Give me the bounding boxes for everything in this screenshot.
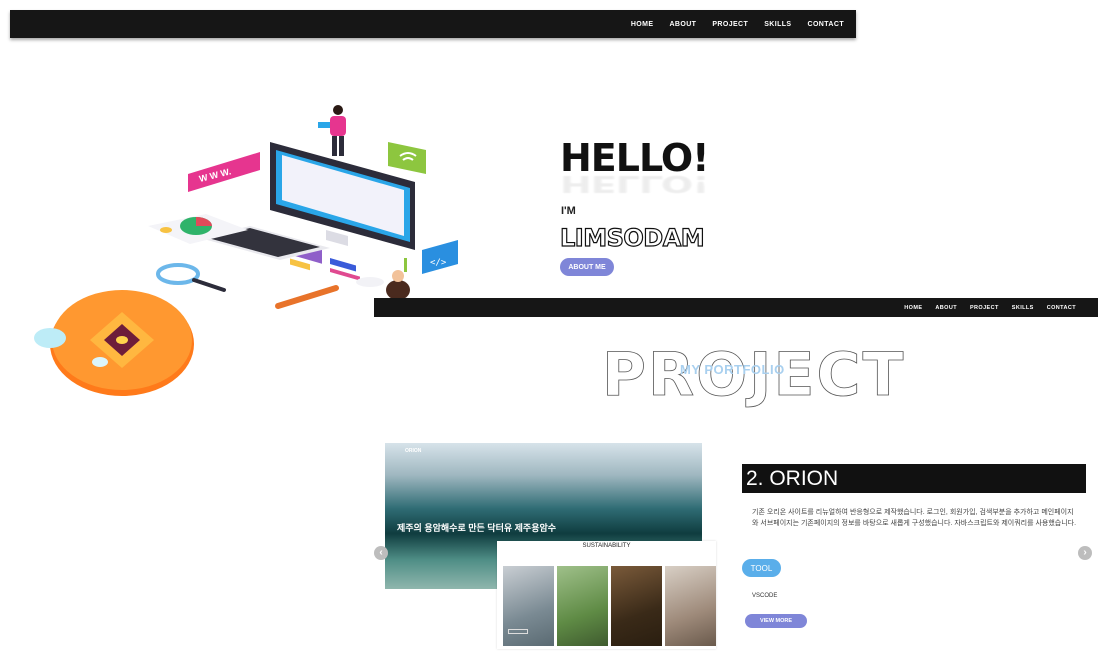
nav-links: HOME ABOUT PROJECT SKILLS CONTACT xyxy=(631,10,844,38)
nav-home[interactable]: HOME xyxy=(904,305,922,311)
nav-contact[interactable]: CONTACT xyxy=(808,21,845,28)
nav-about[interactable]: ABOUT xyxy=(935,305,957,311)
person-icon xyxy=(318,105,346,156)
nav-about[interactable]: ABOUT xyxy=(669,21,696,28)
svg-text:</>: </> xyxy=(430,258,447,268)
nav-skills[interactable]: SKILLS xyxy=(1012,305,1034,311)
sustainability-title: SUSTAINABILITY xyxy=(582,543,631,549)
preview-card xyxy=(557,566,608,646)
nav-home[interactable]: HOME xyxy=(631,21,654,28)
project-item-title: 2. ORION xyxy=(742,464,1086,493)
preview-card xyxy=(665,566,716,646)
project-description: 기존 오리온 사이트를 리뉴얼하여 반응형으로 제작했습니다. 로그인, 회원가… xyxy=(752,509,1077,527)
preview-headline: 제주의 용암해수로 만든 닥터유 제주용암수 xyxy=(397,523,557,533)
www-tag-icon: W W W. xyxy=(188,152,260,192)
orange-badge-icon xyxy=(34,290,194,396)
sitting-person-icon xyxy=(356,258,410,300)
project-navbar: HOME ABOUT PROJECT SKILLS CONTACT xyxy=(374,298,1098,317)
next-arrow-icon[interactable]: › xyxy=(1078,546,1092,560)
nav-links: HOME ABOUT PROJECT SKILLS CONTACT xyxy=(904,298,1076,317)
nav-skills[interactable]: SKILLS xyxy=(764,21,791,28)
hero-name: LIMSODAM xyxy=(559,223,705,252)
preview-card xyxy=(611,566,662,646)
tool-name: VSCODE xyxy=(752,593,778,599)
preview-card-button xyxy=(508,629,528,634)
nav-project[interactable]: PROJECT xyxy=(712,21,748,28)
code-card-icon: </> xyxy=(422,240,458,274)
preview-sustainability-panel: SUSTAINABILITY xyxy=(497,541,716,649)
project-subtitle: MY PORTFOLIO xyxy=(680,362,785,377)
tool-button[interactable]: TOOL xyxy=(742,559,781,577)
magnifier-icon xyxy=(156,263,226,292)
preview-logo: ORION xyxy=(405,448,422,454)
wrench-icon xyxy=(275,285,339,309)
preview-navbar: ORION xyxy=(385,443,702,459)
prev-arrow-icon[interactable]: ‹ xyxy=(374,546,388,560)
view-more-button[interactable]: VIEW MORE xyxy=(745,614,807,628)
hero-greeting: HELLO! xyxy=(560,136,709,180)
nav-project[interactable]: PROJECT xyxy=(970,305,999,311)
about-me-button[interactable]: ABOUT ME xyxy=(560,258,614,276)
hero-intro: I'M xyxy=(561,205,576,217)
nav-contact[interactable]: CONTACT xyxy=(1047,305,1076,311)
project-section: HOME ABOUT PROJECT SKILLS CONTACT PROJEC… xyxy=(374,298,1098,658)
preview-card xyxy=(503,566,554,646)
wifi-card-icon xyxy=(388,142,426,174)
top-navbar: HOME ABOUT PROJECT SKILLS CONTACT xyxy=(10,10,856,38)
